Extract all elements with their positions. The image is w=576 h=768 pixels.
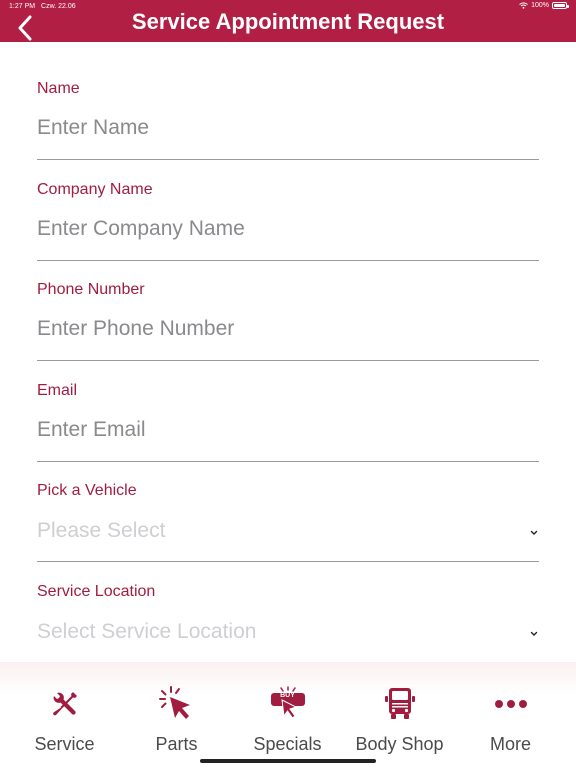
tab-specials[interactable]: BUY Specials — [230, 662, 345, 768]
wifi-icon — [519, 2, 528, 9]
chevron-down-icon[interactable] — [529, 529, 539, 537]
tab-parts-label: Parts — [155, 734, 198, 754]
battery-percent: 100% — [531, 2, 549, 9]
buy-tag-icon: BUY — [268, 686, 308, 722]
vehicle-select[interactable]: Please Select — [37, 519, 165, 543]
truck-icon — [380, 686, 420, 722]
company-field-group: Company Name — [37, 143, 539, 261]
tab-service-label: Service — [34, 734, 95, 754]
tab-more-label: More — [489, 734, 531, 754]
name-label: Name — [37, 80, 80, 97]
home-indicator[interactable] — [200, 759, 376, 763]
tab-specials-label: Specials — [253, 734, 322, 754]
more-dots-icon — [491, 686, 531, 722]
phone-number-label: Phone Number — [37, 281, 145, 298]
company-name-input[interactable] — [37, 217, 517, 241]
status-bar-right: 100% — [519, 2, 569, 9]
screen: 1:27 PM Czw. 22.06 100% Service Appointm… — [0, 0, 576, 768]
pick-vehicle-label: Pick a Vehicle — [37, 482, 137, 499]
bottom-tab-bar: Service Parts BUY Specials Body Shop Mor… — [0, 662, 576, 768]
cursor-click-icon — [157, 686, 197, 722]
tab-parts[interactable]: Parts — [119, 662, 234, 768]
tab-more[interactable]: More — [453, 662, 568, 768]
name-input[interactable] — [37, 116, 517, 140]
vehicle-field-group: Pick a Vehicle Please Select — [37, 444, 539, 562]
page-title: Service Appointment Request — [131, 9, 445, 34]
wrench-screwdriver-icon — [45, 686, 85, 722]
service-location-label: Service Location — [37, 583, 156, 600]
tab-body-shop[interactable]: Body Shop — [342, 662, 457, 768]
chevron-down-icon[interactable] — [529, 630, 539, 638]
service-location-select[interactable]: Select Service Location — [37, 620, 256, 644]
buy-tag-text: BUY — [280, 692, 295, 699]
email-input[interactable] — [37, 418, 517, 442]
phone-number-input[interactable] — [37, 317, 517, 341]
phone-field-group: Phone Number — [37, 243, 539, 361]
tab-service[interactable]: Service — [7, 662, 122, 768]
tab-body-shop-label: Body Shop — [355, 734, 444, 754]
name-field-group: Name — [37, 42, 539, 160]
battery-icon — [552, 2, 569, 9]
email-label: Email — [37, 382, 78, 399]
header-bar: 1:27 PM Czw. 22.06 100% Service Appointm… — [0, 0, 576, 42]
email-field-group: Email — [37, 344, 539, 462]
location-field-group: Service Location Select Service Location — [37, 545, 539, 663]
company-name-label: Company Name — [37, 181, 153, 198]
